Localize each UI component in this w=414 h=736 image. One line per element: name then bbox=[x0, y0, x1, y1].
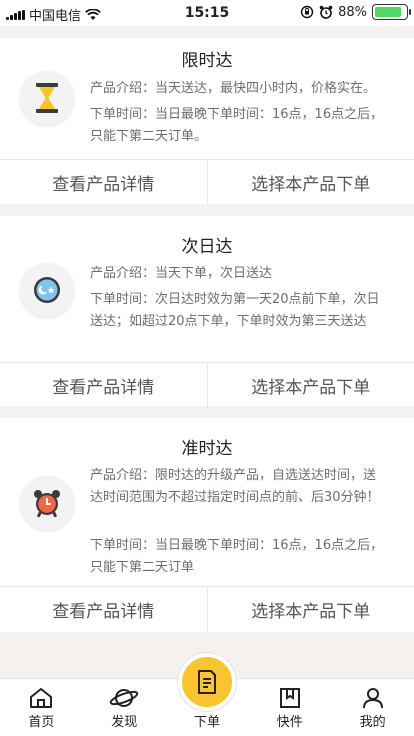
select-product-button[interactable]: 选择本产品下单 bbox=[206, 160, 414, 205]
product-order-time: 下单时间：次日达时效为第一天20点前下单，次日送达；如超过20点下单，下单时效为… bbox=[90, 292, 380, 329]
battery-percent: 88% bbox=[338, 4, 367, 20]
alarm-icon bbox=[319, 5, 333, 19]
tab-label: 首页 bbox=[28, 715, 55, 730]
status-bar: 中国电信 15:15 88% bbox=[0, 0, 414, 26]
product-actions: 查看产品详情 选择本产品下单 bbox=[0, 159, 414, 205]
product-card-limited-time: 限时达 产品介绍：当天送达，最快四小时内，价格实在。 下单时间：当日最晚下单时间… bbox=[0, 38, 414, 205]
product-title: 准时达 bbox=[181, 439, 233, 459]
product-intro: 产品介绍：当天下单，次日送达 bbox=[90, 266, 273, 281]
product-card-next-day: 次日达 产品介绍：当天下单，次日送达 下单时间：次日达时效为第一天20点前下单，… bbox=[0, 216, 414, 408]
hourglass-icon bbox=[20, 71, 74, 125]
product-actions: 查看产品详情 选择本产品下单 bbox=[0, 362, 414, 408]
product-card-on-time: 准时达 产品介绍：限时达的升级产品，自选送达时间，送达时间范围为不超过指定时间点… bbox=[0, 418, 414, 632]
tab-label: 发现 bbox=[111, 715, 138, 730]
product-intro: 产品介绍：限时达的升级产品，自选送达时间，送达时间范围为不超过指定时间点的前、后… bbox=[90, 468, 380, 505]
tab-home[interactable]: 首页 bbox=[0, 679, 83, 736]
home-icon bbox=[30, 688, 53, 708]
tab-mine[interactable]: 我的 bbox=[331, 679, 414, 736]
product-actions: 查看产品详情 选择本产品下单 bbox=[0, 586, 414, 632]
tab-label: 快件 bbox=[276, 715, 303, 730]
product-title: 限时达 bbox=[181, 51, 233, 71]
alarm-clock-icon bbox=[20, 476, 74, 530]
document-icon bbox=[198, 670, 216, 694]
status-right: 88% bbox=[300, 4, 411, 20]
product-order-time: 下单时间：当日最晚下单时间：16点，16点之后，只能下第二天订单。 bbox=[90, 107, 384, 144]
day-night-icon bbox=[20, 263, 74, 317]
product-title: 次日达 bbox=[181, 237, 233, 257]
tab-express[interactable]: 快件 bbox=[248, 679, 331, 736]
view-detail-button[interactable]: 查看产品详情 bbox=[0, 160, 207, 205]
product-intro: 产品介绍：当天送达，最快四小时内，价格实在。 bbox=[90, 81, 377, 96]
package-icon bbox=[279, 688, 300, 708]
battery-icon bbox=[372, 4, 411, 20]
planet-icon bbox=[109, 689, 139, 707]
tab-label: 下单 bbox=[193, 715, 220, 730]
tab-label: 我的 bbox=[359, 715, 386, 730]
select-product-button[interactable]: 选择本产品下单 bbox=[206, 587, 414, 632]
view-detail-button[interactable]: 查看产品详情 bbox=[0, 587, 207, 632]
user-icon bbox=[362, 688, 383, 709]
rotation-lock-icon bbox=[300, 5, 314, 19]
place-order-button[interactable] bbox=[178, 653, 236, 711]
product-order-time: 下单时间：当日最晚下单时间：16点，16点之后，只能下第二天订单 bbox=[90, 538, 384, 575]
tab-discover[interactable]: 发现 bbox=[83, 679, 166, 736]
view-detail-button[interactable]: 查看产品详情 bbox=[0, 363, 207, 408]
select-product-button[interactable]: 选择本产品下单 bbox=[206, 363, 414, 408]
